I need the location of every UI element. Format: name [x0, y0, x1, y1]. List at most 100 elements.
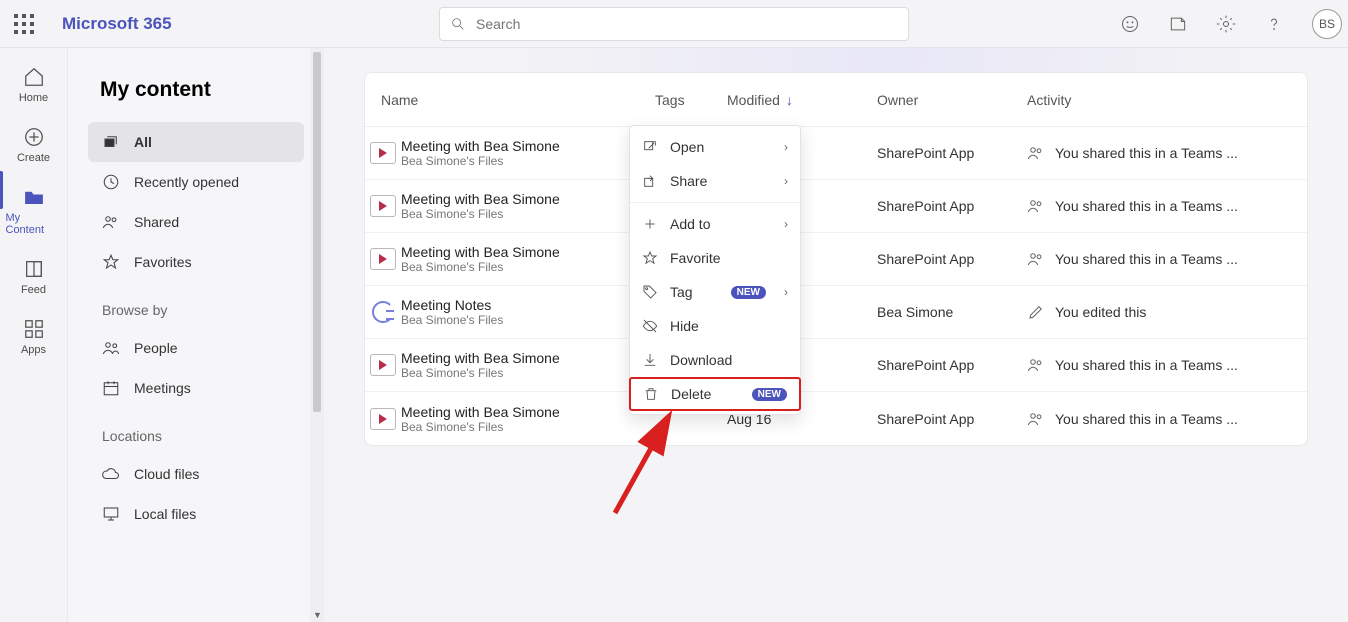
sidebar-item-favorites[interactable]: Favorites	[88, 242, 304, 282]
col-activity[interactable]: Activity	[1027, 92, 1307, 108]
file-location: Bea Simone's Files	[401, 313, 655, 327]
file-location: Bea Simone's Files	[401, 154, 655, 168]
brand-label[interactable]: Microsoft 365	[62, 14, 172, 34]
file-title: Meeting with Bea Simone	[401, 191, 655, 207]
gear-icon[interactable]	[1216, 14, 1236, 34]
left-rail: Home Create My Content Feed Apps	[0, 48, 68, 622]
table-row[interactable]: Meeting with Bea SimoneBea Simone's File…	[365, 233, 1307, 286]
ctx-favorite[interactable]: Favorite	[630, 241, 800, 275]
rail-apps[interactable]: Apps	[6, 314, 62, 360]
sidebar-item-label: People	[134, 340, 178, 356]
col-modified[interactable]: Modified ↓	[727, 92, 877, 108]
sidebar-item-label: Cloud files	[134, 466, 199, 482]
table-row[interactable]: Meeting with Bea SimoneBea Simone's File…	[365, 339, 1307, 392]
search-input[interactable]	[476, 16, 898, 32]
scroll-down-icon[interactable]: ▼	[313, 610, 321, 620]
sidebar-item-shared[interactable]: Shared	[88, 202, 304, 242]
sidebar-item-label: Recently opened	[134, 174, 239, 190]
sidebar-item-all[interactable]: All	[88, 122, 304, 162]
monitor-icon	[102, 505, 120, 523]
chevron-right-icon: ›	[784, 140, 788, 154]
top-bar: Microsoft 365 BS	[0, 0, 1348, 48]
sidebar-item-label: Local files	[134, 506, 196, 522]
people-icon	[1027, 410, 1045, 428]
eye-off-icon	[642, 318, 658, 334]
file-location: Bea Simone's Files	[401, 260, 655, 274]
search-box[interactable]	[439, 7, 909, 41]
file-location: Bea Simone's Files	[401, 366, 655, 380]
sidebar-item-local[interactable]: Local files	[88, 494, 304, 534]
chevron-right-icon: ›	[784, 285, 788, 299]
whatsnew-icon[interactable]	[1168, 14, 1188, 34]
file-owner: SharePoint App	[877, 251, 1027, 267]
plus-icon	[642, 216, 658, 232]
rail-feed[interactable]: Feed	[6, 254, 62, 300]
rail-mycontent[interactable]: My Content	[6, 182, 62, 240]
avatar[interactable]: BS	[1312, 9, 1342, 39]
rail-feed-label: Feed	[21, 284, 46, 296]
chevron-right-icon: ›	[784, 174, 788, 188]
star-icon	[102, 253, 120, 271]
main-area: Name Tags Modified ↓ Owner Activity Meet…	[324, 48, 1348, 622]
ctx-separator	[630, 202, 800, 203]
section-browse-by: Browse by	[68, 282, 324, 328]
table-row[interactable]: Meeting with Bea SimoneBea Simone's File…	[365, 180, 1307, 233]
ctx-hide[interactable]: Hide	[630, 309, 800, 343]
table-row[interactable]: Meeting with Bea SimoneBea Simone's File…	[365, 392, 1307, 445]
file-title: Meeting with Bea Simone	[401, 404, 655, 420]
table-header: Name Tags Modified ↓ Owner Activity	[365, 73, 1307, 127]
calendar-icon	[102, 379, 120, 397]
table-row[interactable]: Meeting NotesBea Simone's Files7 PMBea S…	[365, 286, 1307, 339]
people-icon	[1027, 144, 1045, 162]
sidebar-item-cloud[interactable]: Cloud files	[88, 454, 304, 494]
file-location: Bea Simone's Files	[401, 207, 655, 221]
col-owner[interactable]: Owner	[877, 92, 1027, 108]
file-location: Bea Simone's Files	[401, 420, 655, 434]
sidebar-item-people[interactable]: People	[88, 328, 304, 368]
file-owner: SharePoint App	[877, 145, 1027, 161]
context-menu: Open › Share › Add to › Favorite Tag	[629, 125, 801, 415]
open-icon	[642, 139, 658, 155]
file-owner: SharePoint App	[877, 198, 1027, 214]
sidebar-scrollbar[interactable]: ▲ ▼	[310, 48, 324, 622]
ctx-share[interactable]: Share ›	[630, 164, 800, 198]
rail-create-label: Create	[17, 152, 50, 164]
ctx-open[interactable]: Open ›	[630, 130, 800, 164]
app-launcher-icon[interactable]	[14, 14, 34, 34]
help-icon[interactable]	[1264, 14, 1284, 34]
ctx-addto[interactable]: Add to ›	[630, 207, 800, 241]
loop-icon	[372, 301, 394, 323]
video-icon	[370, 354, 396, 376]
ctx-tag[interactable]: Tag NEW ›	[630, 275, 800, 309]
table-row[interactable]: Meeting with Bea SimoneBea Simone's File…	[365, 127, 1307, 180]
rail-home[interactable]: Home	[6, 62, 62, 108]
star-icon	[642, 250, 658, 266]
ctx-addto-label: Add to	[670, 216, 710, 232]
file-activity: You edited this	[1055, 304, 1146, 320]
sidebar-item-label: Shared	[134, 214, 179, 230]
scroll-thumb[interactable]	[313, 52, 321, 412]
rail-home-label: Home	[19, 92, 48, 104]
search-icon	[450, 16, 466, 32]
ctx-hide-label: Hide	[670, 318, 699, 334]
col-tags[interactable]: Tags	[655, 92, 727, 108]
rail-create[interactable]: Create	[6, 122, 62, 168]
feedback-icon[interactable]	[1120, 14, 1140, 34]
cloud-icon	[102, 465, 120, 483]
col-name[interactable]: Name	[365, 92, 655, 108]
people-icon	[102, 213, 120, 231]
people-icon	[102, 339, 120, 357]
ctx-open-label: Open	[670, 139, 704, 155]
sidebar-item-meetings[interactable]: Meetings	[88, 368, 304, 408]
file-title: Meeting with Bea Simone	[401, 244, 655, 260]
file-owner: SharePoint App	[877, 357, 1027, 373]
ctx-delete[interactable]: Delete NEW	[629, 377, 801, 411]
sidebar-item-recent[interactable]: Recently opened	[88, 162, 304, 202]
video-icon	[370, 408, 396, 430]
rail-active-marker	[0, 171, 3, 209]
file-title: Meeting with Bea Simone	[401, 138, 655, 154]
file-activity: You shared this in a Teams ...	[1055, 251, 1238, 267]
ctx-download[interactable]: Download	[630, 343, 800, 377]
chevron-right-icon: ›	[784, 217, 788, 231]
side-panel: My content All Recently opened Shared Fa…	[68, 48, 324, 622]
